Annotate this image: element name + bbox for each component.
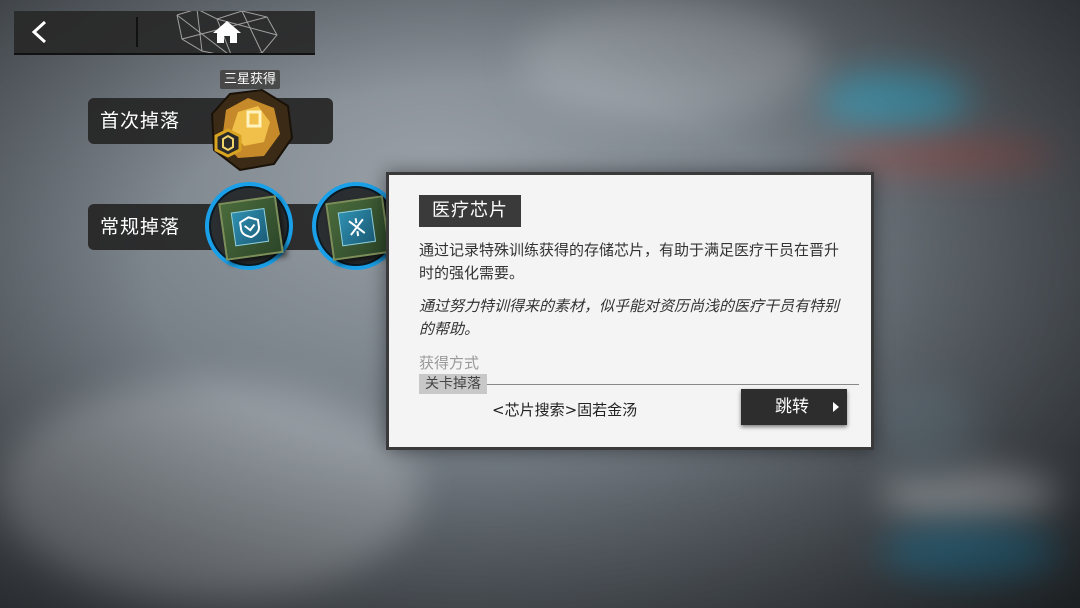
background-blur (880, 525, 1060, 580)
top-navigation-bar (14, 11, 315, 55)
medic-cross-icon (337, 207, 377, 247)
first-drop-item[interactable] (204, 86, 296, 172)
gold-ore-icon (210, 88, 294, 172)
home-icon (213, 21, 241, 43)
item-description: 通过记录特殊训练获得的存储芯片，有助于满足医疗干员在晋升时的强化需要。 (419, 241, 840, 282)
chip-item-image (218, 195, 284, 261)
medic-chip-image (325, 195, 391, 261)
three-star-badge: 三星获得 (220, 70, 281, 89)
back-button[interactable] (14, 11, 136, 53)
background-blur (820, 70, 970, 130)
background-blur (880, 380, 980, 480)
regular-drop-label: 常规掉落 (100, 216, 181, 238)
background-blur (830, 140, 1060, 170)
background-blur (880, 470, 1060, 520)
jump-button[interactable]: 跳转 (741, 389, 847, 425)
item-detail-panel: 医疗芯片 通过记录特殊训练获得的存储芯片，有助于满足医疗干员在晋升时的强化需要。… (386, 172, 874, 450)
chevron-left-icon (31, 20, 47, 44)
stage-drop-tag: 关卡掉落 (419, 374, 487, 394)
item-title: 医疗芯片 (419, 195, 521, 227)
background-blur (0, 380, 420, 600)
chevron-shield-icon (230, 207, 270, 247)
acquire-method-label: 获得方式 (419, 354, 480, 372)
item-flavor-text: 通过努力特训得来的素材，似乎能对资历尚浅的医疗干员有特别的帮助。 (419, 297, 840, 338)
stage-name: <芯片搜索>固若金汤 (492, 401, 638, 419)
home-button[interactable] (138, 11, 315, 53)
play-arrow-icon (833, 402, 839, 412)
regular-drop-item-1[interactable] (205, 182, 293, 270)
background-blur (520, 0, 820, 120)
jump-button-label: 跳转 (775, 397, 809, 417)
first-drop-label: 首次掉落 (100, 110, 181, 132)
